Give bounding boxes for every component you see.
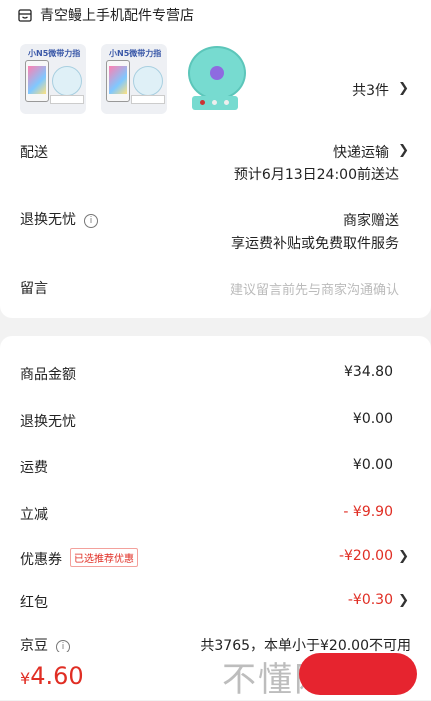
- store-icon: [18, 8, 32, 22]
- return-fee-label: 退换无忧: [20, 414, 76, 430]
- coupon-label: 优惠券 已选推荐优惠: [20, 548, 138, 569]
- chevron-right-icon[interactable]: ❯: [398, 143, 409, 158]
- return-service-value: 商家赠送: [343, 213, 399, 229]
- submit-order-button[interactable]: [299, 653, 417, 695]
- redpacket-value[interactable]: -¥0.30: [348, 592, 393, 608]
- total-amount: 4.60: [30, 662, 84, 690]
- item-count[interactable]: 共3件: [352, 80, 389, 100]
- product-thumbnails[interactable]: 小N5微带力指 小N5微带力指: [20, 44, 248, 114]
- goods-amount-value: ¥34.80: [344, 364, 393, 380]
- store-header[interactable]: 青空鳗上手机配件专营店: [18, 6, 194, 24]
- chevron-right-icon[interactable]: ❯: [398, 593, 409, 608]
- shipping-value: ¥0.00: [352, 457, 393, 473]
- message-label: 留言: [20, 281, 48, 297]
- discount-value: - ¥9.90: [343, 504, 393, 520]
- coupon-value[interactable]: -¥20.00: [339, 548, 393, 564]
- coupon-badge: 已选推荐优惠: [70, 548, 138, 567]
- delivery-eta: 预计6月13日24:00前送达: [233, 167, 399, 183]
- price-summary-card: 商品金额 ¥34.80 退换无忧 ¥0.00 运费 ¥0.00 立减 - ¥9.…: [0, 336, 431, 700]
- return-service-label-text: 退换无忧: [20, 212, 76, 228]
- info-icon[interactable]: i: [84, 214, 98, 228]
- thumbnail-tag: 小N5微带力指: [28, 49, 81, 58]
- return-fee-value: ¥0.00: [352, 411, 393, 427]
- message-input[interactable]: 建议留言前先与商家沟通确认: [230, 279, 399, 298]
- delivery-label: 配送: [20, 145, 48, 161]
- return-service-label: 退换无忧 i: [20, 209, 98, 229]
- return-service-desc: 享运费补贴或免费取件服务: [231, 236, 399, 252]
- store-name: 青空鳗上手机配件专营店: [40, 8, 194, 24]
- coupon-label-text: 优惠券: [20, 552, 62, 568]
- checkout-bar: ¥4.60 不懂网: [0, 652, 431, 700]
- thumbnail-tag: 小N5微带力指: [109, 49, 162, 58]
- total-price: ¥4.60: [20, 662, 84, 690]
- product-thumbnail[interactable]: 小N5微带力指: [20, 44, 86, 114]
- chevron-right-icon[interactable]: ❯: [398, 81, 409, 96]
- delivery-method[interactable]: 快递运输: [333, 142, 389, 162]
- shipping-label: 运费: [20, 460, 48, 476]
- currency-symbol: ¥: [20, 669, 31, 688]
- goods-amount-label: 商品金额: [20, 367, 76, 383]
- discount-label: 立减: [20, 507, 48, 523]
- product-thumbnail[interactable]: [182, 44, 248, 114]
- product-thumbnail[interactable]: 小N5微带力指: [101, 44, 167, 114]
- chevron-right-icon[interactable]: ❯: [398, 549, 409, 564]
- redpacket-label: 红包: [20, 595, 48, 611]
- order-items-card: 青空鳗上手机配件专营店 小N5微带力指 小N5微带力指 共3件 ❯ 配送 快递运…: [0, 0, 431, 318]
